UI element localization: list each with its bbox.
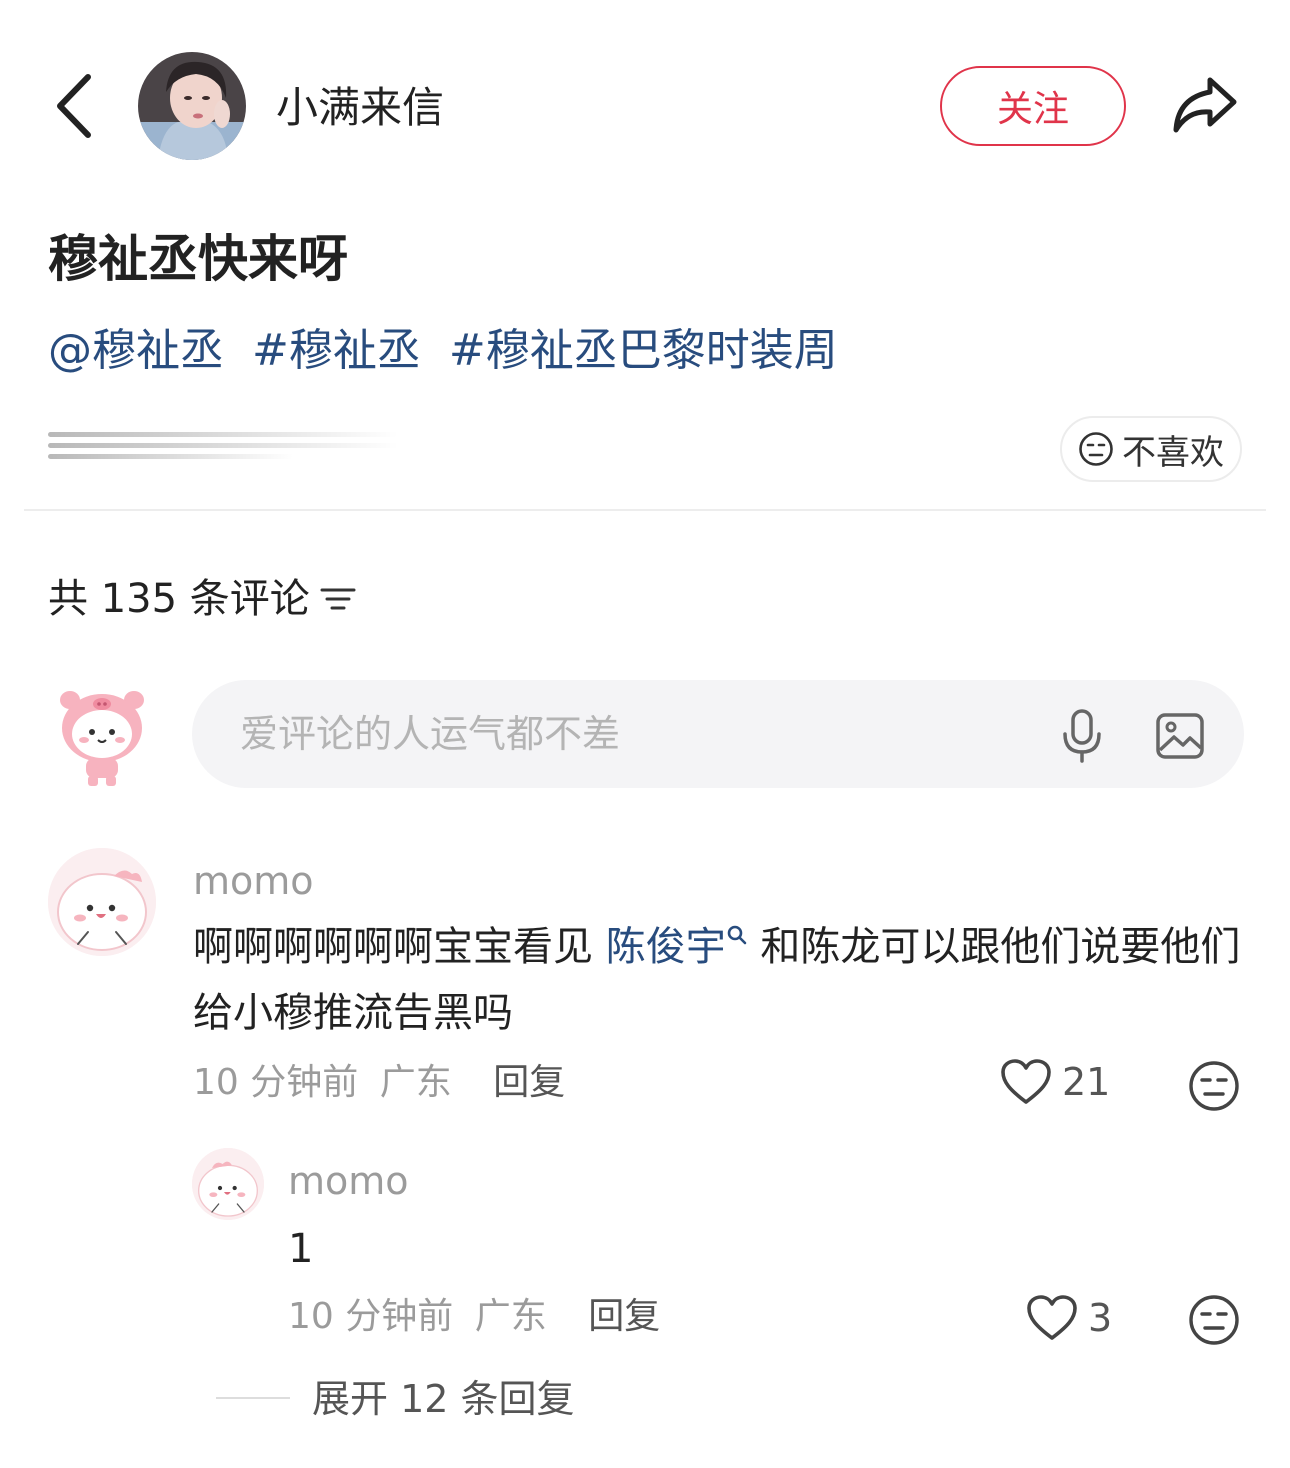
reply-username[interactable]: momo: [288, 1156, 409, 1206]
voice-input-button[interactable]: [1054, 706, 1110, 766]
comment-count: 共 135 条评论: [48, 572, 356, 626]
comment-text-part: 啊啊啊啊啊啊宝宝看见: [193, 924, 606, 970]
back-button[interactable]: [44, 68, 104, 144]
hashtag[interactable]: #穆祉丞: [252, 325, 421, 376]
dislike-comment-button[interactable]: [1188, 1294, 1240, 1350]
meh-face-icon: [1079, 432, 1113, 466]
share-icon: [1173, 77, 1237, 133]
comment-username[interactable]: momo: [193, 856, 314, 906]
like-button[interactable]: 21: [1000, 1058, 1110, 1106]
replier-avatar[interactable]: [192, 1148, 264, 1220]
comment-location: 广东: [379, 1062, 452, 1103]
author-avatar[interactable]: [138, 52, 246, 160]
sort-filter-icon[interactable]: [320, 584, 356, 614]
reply-text: 1: [288, 1226, 314, 1272]
reply-location: 广东: [474, 1296, 547, 1337]
dislike-comment-button[interactable]: [1188, 1060, 1240, 1116]
meh-face-icon: [1189, 1061, 1239, 1111]
note-title: 穆祉丞快来呀: [48, 230, 348, 288]
tag-line: @穆祉丞 #穆祉丞 #穆祉丞巴黎时装周: [48, 320, 852, 382]
blurred-date-text: [48, 432, 398, 462]
microphone-icon: [1063, 709, 1101, 763]
heart-icon: [1027, 1295, 1077, 1340]
chevron-left-icon: [57, 74, 91, 138]
dislike-label: 不喜欢: [1122, 432, 1224, 473]
reply-time: 10 分钟前: [288, 1296, 454, 1337]
search-icon: [727, 925, 747, 944]
heart-icon: [1001, 1059, 1051, 1104]
image-icon: [1156, 713, 1204, 759]
comment-time: 10 分钟前: [193, 1062, 359, 1103]
expand-replies-button[interactable]: 展开 12 条回复: [312, 1374, 575, 1424]
dislike-button[interactable]: 不喜欢: [1060, 416, 1242, 482]
expand-divider: [216, 1397, 290, 1399]
comment-count-label: 共 135 条评论: [48, 576, 310, 622]
image-upload-button[interactable]: [1150, 706, 1210, 766]
hashtag[interactable]: #穆祉丞巴黎时装周: [449, 325, 838, 376]
comment-meta: 10 分钟前 广东 回复: [193, 1058, 565, 1108]
comment-text: 啊啊啊啊啊啊宝宝看见 陈俊宇 和陈龙可以跟他们说要他们给小穆推流告黑吗: [193, 914, 1253, 1046]
mention-link[interactable]: 陈俊宇: [606, 924, 748, 970]
mention-tag[interactable]: @穆祉丞: [48, 325, 224, 376]
comment-input[interactable]: [240, 712, 1000, 756]
meh-face-icon: [1189, 1295, 1239, 1345]
follow-button[interactable]: 关注: [940, 66, 1126, 146]
reply-button[interactable]: 回复: [588, 1296, 660, 1337]
reply-button[interactable]: 回复: [493, 1062, 565, 1103]
like-count: 3: [1088, 1296, 1113, 1340]
my-avatar[interactable]: [56, 684, 148, 788]
like-count: 21: [1062, 1060, 1111, 1104]
share-button[interactable]: [1164, 68, 1244, 140]
like-button[interactable]: 3: [1026, 1294, 1112, 1342]
author-name[interactable]: 小满来信: [276, 80, 444, 136]
mention-name: 陈俊宇: [605, 924, 726, 970]
reply-meta: 10 分钟前 广东 回复: [288, 1292, 660, 1342]
divider: [24, 509, 1266, 511]
commenter-avatar[interactable]: [48, 848, 156, 956]
